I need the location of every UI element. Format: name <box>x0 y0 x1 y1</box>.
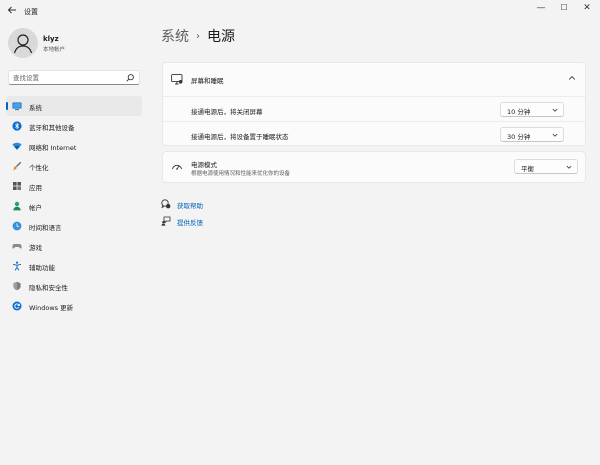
power-mode-title: 电源模式 <box>191 161 217 169</box>
sidebar-item-gaming[interactable]: 游戏 <box>6 236 142 256</box>
monitor-icon <box>12 101 22 111</box>
title-bar: 设置 — ☐ ✕ <box>0 0 600 22</box>
chevron-down-icon <box>566 164 572 170</box>
sleep-dropdown[interactable]: 30 分钟 <box>500 127 564 142</box>
feedback-icon <box>161 216 171 226</box>
update-icon <box>12 301 22 311</box>
sidebar-item-label: 隐私和安全性 <box>29 284 68 292</box>
sidebar-item-label: 系统 <box>29 104 42 112</box>
sidebar-item-label: 蓝牙和其他设备 <box>29 124 75 132</box>
sleep-value: 30 分钟 <box>507 133 531 141</box>
screen-sleep-card: 屏幕和睡眠 接通电源后，将关闭屏幕 10 分钟 接通电源后，将设备置于睡眠状态 … <box>162 62 586 146</box>
brush-icon <box>12 161 22 171</box>
sleep-label: 接通电源后，将设备置于睡眠状态 <box>191 133 289 141</box>
monitor-sleep-icon <box>171 74 183 85</box>
power-mode-card: 电源模式 根据电源使用情况和性能来优化你的设备 平衡 <box>162 151 586 183</box>
search-icon[interactable] <box>125 73 135 83</box>
minimize-button[interactable]: — <box>530 2 552 14</box>
sidebar-item-accessibility[interactable]: 辅助功能 <box>6 256 142 276</box>
chevron-up-icon[interactable] <box>568 74 576 82</box>
sidebar-item-time-language[interactable]: 时间和语言 <box>6 216 142 236</box>
feedback-link[interactable]: 提供反馈 <box>177 217 203 227</box>
screen-sleep-title: 屏幕和睡眠 <box>191 77 224 85</box>
screen-off-value: 10 分钟 <box>507 108 531 116</box>
sidebar-item-label: Windows 更新 <box>29 304 74 312</box>
breadcrumb-separator: › <box>196 31 200 42</box>
power-mode-description: 根据电源使用情况和性能来优化你的设备 <box>191 171 291 177</box>
sidebar-item-label: 时间和语言 <box>29 224 62 232</box>
sidebar-item-system[interactable]: 系统 <box>6 96 142 116</box>
sidebar-item-personalization[interactable]: 个性化 <box>6 156 142 176</box>
page-title: 电源 <box>207 29 235 45</box>
maximize-button[interactable]: ☐ <box>553 2 575 14</box>
breadcrumb-parent[interactable]: 系统 <box>161 29 189 45</box>
globe-clock-icon <box>12 221 22 231</box>
chevron-down-icon <box>552 132 558 138</box>
sidebar-item-bluetooth[interactable]: 蓝牙和其他设备 <box>6 116 142 136</box>
screen-off-label: 接通电源后，将关闭屏幕 <box>191 108 263 116</box>
close-button[interactable]: ✕ <box>576 2 598 14</box>
sidebar-nav: 系统 蓝牙和其他设备 网络和 Internet 个性化 应用 帐户 时间和语言 … <box>6 96 142 316</box>
search-box[interactable] <box>8 70 140 85</box>
sidebar-item-windows-update[interactable]: Windows 更新 <box>6 296 142 316</box>
screen-off-row: 接通电源后，将关闭屏幕 10 分钟 <box>163 96 585 121</box>
bluetooth-icon <box>12 121 22 131</box>
sidebar-item-privacy[interactable]: 隐私和安全性 <box>6 276 142 296</box>
wifi-icon <box>12 141 22 151</box>
apps-icon <box>12 181 22 191</box>
power-mode-value: 平衡 <box>521 165 534 173</box>
sidebar-item-label: 辅助功能 <box>29 264 55 272</box>
search-input[interactable] <box>13 73 123 83</box>
sidebar-item-label: 游戏 <box>29 244 42 252</box>
power-mode-dropdown[interactable]: 平衡 <box>514 159 578 174</box>
sidebar-item-label: 应用 <box>29 184 42 192</box>
back-arrow-icon[interactable] <box>6 4 18 16</box>
sidebar-item-apps[interactable]: 应用 <box>6 176 142 196</box>
sidebar-item-label: 个性化 <box>29 164 49 172</box>
screen-off-dropdown[interactable]: 10 分钟 <box>500 102 564 117</box>
get-help-link[interactable]: 获取帮助 <box>177 200 203 210</box>
sidebar-item-network[interactable]: 网络和 Internet <box>6 136 142 156</box>
screen-sleep-header[interactable]: 屏幕和睡眠 <box>163 63 585 96</box>
accessibility-icon <box>12 261 22 271</box>
window-title: 设置 <box>24 8 38 16</box>
sidebar-item-label: 帐户 <box>29 204 42 212</box>
breadcrumb: 系统 › 电源 <box>161 28 235 48</box>
power-mode-icon <box>171 161 183 173</box>
user-silhouette-icon <box>13 34 33 54</box>
help-chat-icon <box>161 199 171 209</box>
sidebar-item-accounts[interactable]: 帐户 <box>6 196 142 216</box>
gamepad-icon <box>12 241 22 251</box>
account-type: 本地帐户 <box>43 47 66 53</box>
person-icon <box>12 201 22 211</box>
sleep-row: 接通电源后，将设备置于睡眠状态 30 分钟 <box>163 121 585 146</box>
chevron-down-icon <box>552 107 558 113</box>
avatar[interactable] <box>8 28 38 58</box>
shield-icon <box>12 281 22 291</box>
user-name: klyz <box>43 35 59 43</box>
sidebar-item-label: 网络和 Internet <box>29 144 77 152</box>
